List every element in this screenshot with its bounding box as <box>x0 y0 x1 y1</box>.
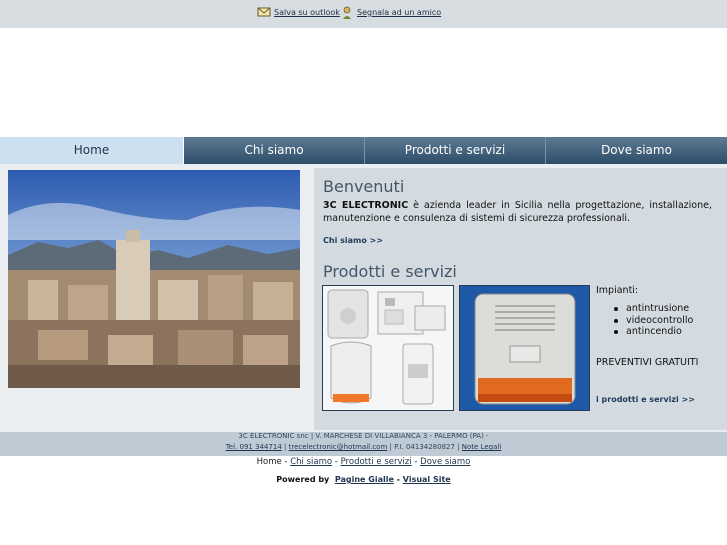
envelope-icon <box>257 7 271 17</box>
impianti-list: antintrusione videocontrollo antincendio <box>612 303 693 338</box>
footer-nav-separator: - <box>411 457 421 467</box>
footer-separator: | <box>281 443 289 451</box>
products-link[interactable]: i prodotti e servizi >> <box>596 395 695 404</box>
list-item: videocontrollo <box>612 315 693 327</box>
footer-address: 3C ELECTRONIC snc | V. MARCHESE DI VILLA… <box>238 432 489 440</box>
footer-navigation: Home - Chi siamo - Prodotti e servizi - … <box>0 457 727 467</box>
footer-nav-chi-siamo[interactable]: Chi siamo <box>290 457 332 467</box>
company-name: 3C ELECTRONIC <box>323 200 409 211</box>
nav-chi-siamo[interactable]: Chi siamo <box>184 137 364 164</box>
footer-nav-prodotti[interactable]: Prodotti e servizi <box>341 457 412 467</box>
powered-label: Powered by <box>276 475 330 484</box>
product-image-siren <box>459 285 590 411</box>
free-quotes-text: PREVENTIVI GRATUITI <box>596 357 699 368</box>
footer-nav-dove-siamo[interactable]: Dove siamo <box>420 457 470 467</box>
top-bar: Salva su outlook Segnala ad un amico <box>0 0 727 28</box>
list-item: antintrusione <box>612 303 693 315</box>
welcome-title: Benvenuti <box>323 177 405 196</box>
impianti-label: Impianti: <box>596 285 639 296</box>
nav-dove-siamo[interactable]: Dove siamo <box>546 137 727 164</box>
powered-separator: - <box>393 475 403 484</box>
city-photo <box>8 170 300 388</box>
chi-siamo-link[interactable]: Chi siamo >> <box>323 236 383 245</box>
powered-by: Powered by Pagine Gialle - Visual Site <box>0 475 727 484</box>
footer-nav-separator: - <box>281 457 291 467</box>
footer-nav-home[interactable]: Home <box>257 457 282 467</box>
product-image-sensors <box>322 285 454 411</box>
visual-site-link[interactable]: Visual Site <box>403 475 451 484</box>
recommend-friend-link[interactable]: Segnala ad un amico <box>357 8 441 17</box>
footer-phone-link[interactable]: Tel. 091 344714 <box>226 443 282 451</box>
pagine-gialle-link[interactable]: Pagine Gialle <box>335 475 394 484</box>
save-outlook-link[interactable]: Salva su outlook <box>274 8 340 17</box>
nav-prodotti-servizi[interactable]: Prodotti e servizi <box>365 137 545 164</box>
products-title: Prodotti e servizi <box>323 262 457 281</box>
main-navigation: Home Chi siamo Prodotti e servizi Dove s… <box>0 137 727 164</box>
welcome-text: 3C ELECTRONIC è azienda leader in Sicili… <box>323 199 712 225</box>
footer-separator: | <box>454 443 462 451</box>
list-item: antincendio <box>612 326 693 338</box>
footer-nav-separator: - <box>332 457 341 467</box>
footer-legal-link[interactable]: Note Legali <box>462 443 502 451</box>
nav-home[interactable]: Home <box>0 137 183 164</box>
people-icon <box>343 6 351 19</box>
footer-email-link[interactable]: trecelectronic@hotmail.com <box>289 443 388 451</box>
footer-vat: P.I. 04134280827 <box>394 443 455 451</box>
footer-contacts: Tel. 091 344714 | trecelectronic@hotmail… <box>0 443 727 451</box>
